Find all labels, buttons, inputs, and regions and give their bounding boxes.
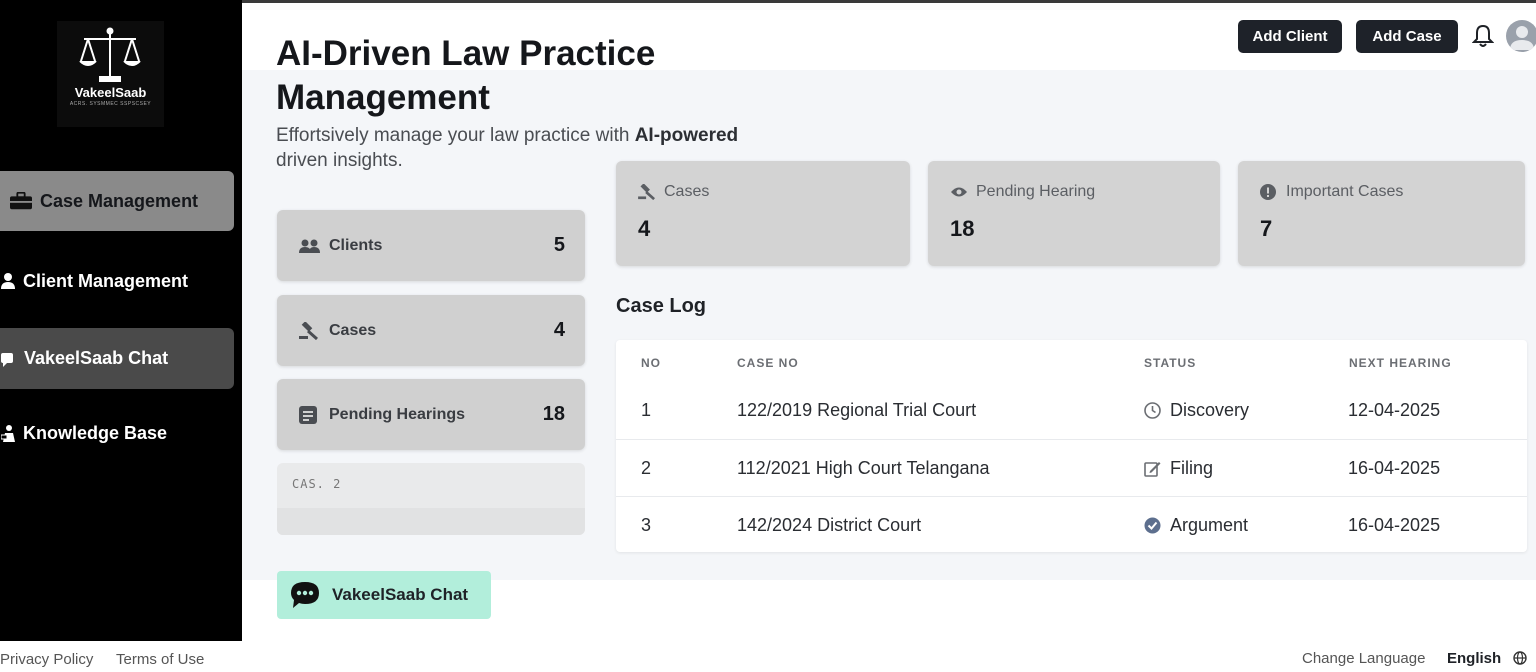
stat-value: 4 bbox=[553, 319, 565, 341]
stat-card-pending-hearings[interactable]: Pending Hearings 18 bbox=[277, 379, 585, 450]
edit-icon bbox=[1144, 460, 1162, 478]
stat-header: Important Cases bbox=[1260, 183, 1403, 201]
stat-label: Pending Hearing bbox=[976, 183, 1096, 200]
gavel-icon bbox=[638, 184, 656, 200]
users-icon bbox=[299, 237, 321, 255]
brand-logo[interactable]: VakeelSaab ACRS. SYSMMEC SSPSCSEY bbox=[57, 21, 164, 127]
brand-tagline: ACRS. SYSMMEC SSPSCSEY bbox=[69, 101, 152, 107]
placeholder-card: CAS. 2 bbox=[277, 463, 585, 535]
user-icon bbox=[0, 272, 16, 290]
language-selector[interactable]: English bbox=[1447, 650, 1501, 667]
cell-no: 3 bbox=[641, 515, 652, 535]
status-label: Discovery bbox=[1170, 400, 1250, 420]
placeholder-band bbox=[277, 508, 585, 535]
clock-icon bbox=[1144, 402, 1162, 420]
table-row[interactable]: 2 112/2021 High Court Telangana Filing 1… bbox=[616, 439, 1527, 496]
top-stat-cases[interactable]: Cases 4 bbox=[616, 161, 910, 266]
case-log-table: NO CASE NO STATUS NEXT HEARING 1 122/201… bbox=[616, 340, 1527, 552]
subtitle-highlight: AI-powered bbox=[634, 125, 739, 146]
sidebar: VakeelSaab ACRS. SYSMMEC SSPSCSEY Case M… bbox=[0, 0, 242, 641]
top-stat-important-cases[interactable]: Important Cases 7 bbox=[1238, 161, 1525, 266]
chat-icon bbox=[0, 350, 16, 368]
reader-icon bbox=[0, 424, 16, 442]
check-circle-icon bbox=[1144, 517, 1162, 535]
bell-icon[interactable] bbox=[1471, 24, 1495, 48]
cell-status: Filing bbox=[1144, 458, 1213, 479]
column-header-case-no[interactable]: CASE NO bbox=[737, 356, 799, 370]
add-client-button[interactable]: Add Client bbox=[1238, 20, 1342, 53]
sidebar-item-label: Client Management bbox=[23, 270, 189, 291]
subtitle-text: Effortsively manage your law practice wi… bbox=[276, 125, 630, 146]
cell-case-no: 142/2024 District Court bbox=[737, 515, 922, 535]
stat-card-cases[interactable]: Cases 4 bbox=[277, 295, 585, 366]
cell-next-hearing: 12-04-2025 bbox=[1348, 400, 1441, 420]
vakeelsaab-chat-button[interactable]: VakeelSaab Chat bbox=[277, 571, 491, 619]
top-stat-pending-hearing[interactable]: Pending Hearing 18 bbox=[928, 161, 1220, 266]
globe-icon[interactable] bbox=[1513, 651, 1527, 665]
sidebar-item-label: VakeelSaab Chat bbox=[24, 348, 169, 368]
column-header-no[interactable]: NO bbox=[641, 356, 661, 370]
user-avatar-icon bbox=[1510, 26, 1534, 50]
cell-no: 2 bbox=[641, 458, 652, 478]
stat-value: 18 bbox=[950, 216, 975, 241]
cell-case-no: 122/2019 Regional Trial Court bbox=[737, 400, 977, 420]
gavel-icon bbox=[299, 321, 321, 340]
page-title: AI-Driven Law Practice Management bbox=[276, 34, 656, 117]
avatar[interactable] bbox=[1506, 20, 1536, 52]
terms-of-use-link[interactable]: Terms of Use bbox=[116, 651, 204, 668]
sidebar-item-label: Case Management bbox=[40, 190, 199, 211]
briefcase-icon bbox=[10, 192, 32, 210]
stat-label: Cases bbox=[329, 321, 377, 339]
privacy-policy-link[interactable]: Privacy Policy bbox=[0, 651, 93, 668]
sidebar-item-client-management[interactable]: Client Management bbox=[0, 262, 234, 300]
cell-next-hearing: 16-04-2025 bbox=[1348, 458, 1441, 478]
stat-label: Clients bbox=[329, 236, 383, 254]
stat-value: 18 bbox=[542, 403, 565, 425]
cell-no: 1 bbox=[641, 400, 652, 420]
placeholder-label: CAS. 2 bbox=[292, 477, 342, 491]
status-label: Filing bbox=[1170, 458, 1214, 478]
stat-header: Pending Hearing bbox=[950, 183, 1095, 201]
stat-label: Pending Hearings bbox=[329, 405, 466, 423]
sidebar-item-vakeelsaab-chat[interactable]: VakeelSaab Chat bbox=[0, 328, 234, 389]
chat-bubble-icon bbox=[290, 581, 320, 609]
stat-value: 4 bbox=[638, 216, 651, 241]
add-case-button[interactable]: Add Case bbox=[1356, 20, 1458, 53]
cell-case-no: 112/2021 High Court Telangana bbox=[737, 458, 990, 478]
sidebar-item-knowledge-base[interactable]: Knowledge Base bbox=[0, 414, 234, 452]
case-log-title: Case Log bbox=[616, 295, 707, 317]
cell-next-hearing: 16-04-2025 bbox=[1348, 515, 1441, 535]
status-label: Argument bbox=[1170, 515, 1249, 535]
cell-status: Discovery bbox=[1144, 400, 1249, 421]
column-header-next-hearing[interactable]: NEXT HEARING bbox=[1349, 356, 1452, 370]
table-row[interactable]: 1 122/2019 Regional Trial Court Discover… bbox=[616, 382, 1527, 439]
cell-status: Argument bbox=[1144, 515, 1248, 536]
sidebar-item-label: Knowledge Base bbox=[23, 422, 168, 443]
exclamation-circle-icon bbox=[1260, 184, 1278, 200]
scales-of-justice-icon bbox=[79, 27, 141, 82]
stat-value: 7 bbox=[1260, 216, 1273, 241]
column-header-status[interactable]: STATUS bbox=[1144, 356, 1196, 370]
subtitle-end: driven insights. bbox=[276, 150, 403, 171]
eye-icon bbox=[950, 184, 968, 200]
brand-name: VakeelSaab bbox=[74, 85, 147, 100]
stat-card-clients[interactable]: Clients 5 bbox=[277, 210, 585, 281]
stat-label: Cases bbox=[664, 183, 710, 200]
stat-header: Cases bbox=[638, 183, 709, 201]
change-language-label: Change Language bbox=[1302, 650, 1426, 667]
stat-label: Important Cases bbox=[1286, 183, 1404, 200]
sidebar-item-case-management[interactable]: Case Management bbox=[0, 171, 234, 231]
table-row[interactable]: 3 142/2024 District Court Argument 16-04… bbox=[616, 496, 1527, 553]
list-icon bbox=[299, 405, 321, 424]
stat-value: 5 bbox=[553, 234, 565, 256]
chat-button-label: VakeelSaab Chat bbox=[332, 585, 469, 604]
